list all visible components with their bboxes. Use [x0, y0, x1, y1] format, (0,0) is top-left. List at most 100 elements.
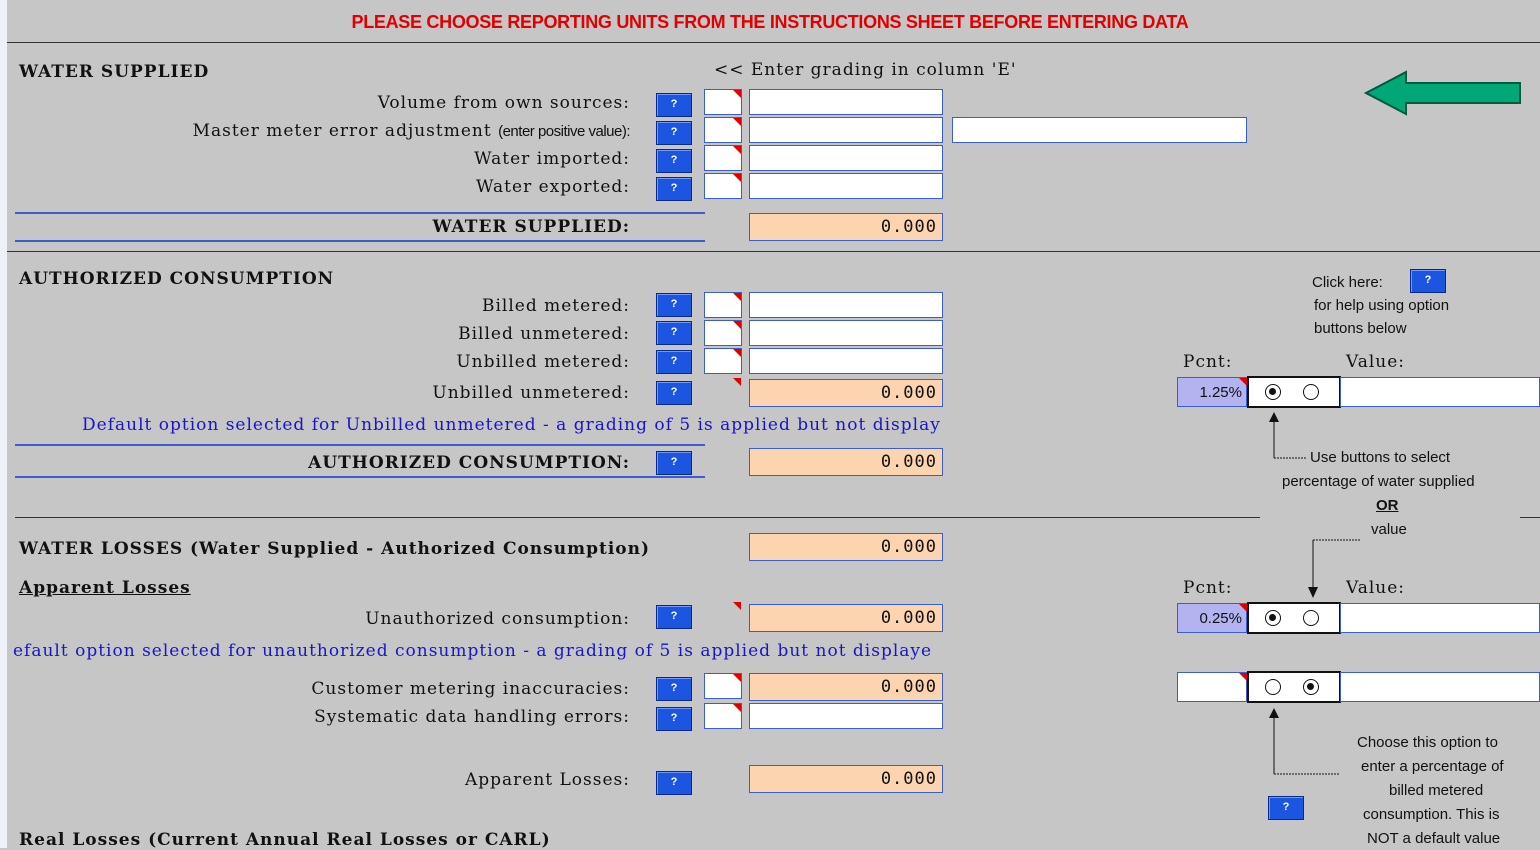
unbilled-unmetered-pcnt[interactable]: 1.25%	[1177, 377, 1247, 407]
apparent-losses-total-value: 0.000	[749, 765, 943, 793]
unauthorized-consumption-value: 0.000	[749, 604, 943, 632]
customer-metering-pcnt[interactable]	[1177, 672, 1247, 702]
grading-cell[interactable]	[704, 89, 742, 115]
help-button[interactable]: ?	[656, 321, 692, 345]
use-buttons-text: Use buttons to select	[1310, 449, 1451, 466]
master-meter-sublabel: (enter positive value):	[498, 123, 630, 140]
unauthorized-value-input[interactable]	[1340, 603, 1540, 633]
master-meter-input[interactable]	[749, 117, 943, 143]
grading-cell[interactable]	[704, 348, 742, 374]
divider	[7, 251, 1540, 252]
unauthorized-default-note: efault option selected for unauthorized …	[13, 641, 933, 661]
percent-radio[interactable]	[1265, 384, 1281, 400]
authorized-consumption-total-value: 0.000	[749, 448, 943, 476]
divider	[1520, 517, 1540, 518]
master-meter-extra-input[interactable]	[952, 117, 1247, 143]
unbilled-unmetered-value-input[interactable]	[1340, 377, 1540, 407]
help-button[interactable]: ?	[656, 93, 692, 117]
grading-cell[interactable]	[704, 673, 742, 699]
billed-unmetered-input[interactable]	[749, 320, 943, 346]
comment-marker	[733, 602, 741, 610]
water-supplied-total-label: WATER SUPPLIED:	[432, 217, 630, 237]
unbilled-metered-input[interactable]	[749, 348, 943, 374]
unbilled-default-note: Default option selected for Unbilled unm…	[82, 415, 941, 435]
help-text-line2: for help using option	[1314, 297, 1450, 314]
underline	[15, 212, 705, 214]
left-margin	[0, 0, 7, 848]
choose-option-text-1: Choose this option to	[1357, 734, 1498, 751]
water-supplied-total-value: 0.000	[749, 213, 943, 241]
help-button[interactable]: ?	[656, 605, 692, 629]
pcnt-label: Pcnt:	[1183, 352, 1233, 372]
value-radio[interactable]	[1303, 384, 1319, 400]
water-losses-value: 0.000	[749, 533, 943, 561]
grading-cell[interactable]	[704, 292, 742, 318]
value-label: Value:	[1346, 352, 1406, 372]
water-supplied-heading: WATER SUPPLIED	[19, 62, 210, 82]
unbilled-unmetered-value: 0.000	[749, 379, 943, 407]
divider	[15, 517, 1260, 518]
help-button[interactable]: ?	[656, 677, 692, 701]
percent-radio[interactable]	[1265, 610, 1281, 626]
volume-own-sources-input[interactable]	[749, 89, 943, 115]
grading-cell[interactable]	[704, 145, 742, 171]
billed-metered-label: Billed metered:	[481, 296, 630, 316]
metering-help-button[interactable]: ?	[1268, 796, 1304, 820]
unauthorized-consumption-label: Unauthorized consumption:	[365, 609, 630, 629]
comment-marker	[1239, 673, 1247, 681]
master-meter-label-text: Master meter error adjustment	[192, 121, 492, 141]
comment-marker	[1239, 378, 1247, 386]
unbilled-unmetered-label: Unbilled unmetered:	[432, 383, 630, 403]
help-button[interactable]: ?	[656, 771, 692, 795]
option-buttons	[1247, 376, 1341, 408]
master-meter-label: Master meter error adjustment (enter pos…	[60, 121, 631, 141]
authorized-consumption-heading: AUTHORIZED CONSUMPTION	[19, 269, 335, 289]
help-button[interactable]: ?	[656, 121, 692, 145]
underline	[15, 240, 705, 242]
water-losses-label: WATER LOSSES (Water Supplied - Authorize…	[19, 539, 651, 559]
help-button[interactable]: ?	[656, 381, 692, 405]
choose-option-text-5: NOT a default value	[1367, 830, 1501, 847]
divider	[7, 42, 1540, 43]
choose-option-text-2: enter a percentage of	[1361, 758, 1504, 775]
customer-metering-label: Customer metering inaccuracies:	[311, 679, 630, 699]
unauthorized-pcnt[interactable]: 0.25%	[1177, 603, 1247, 633]
apparent-losses-total-label: Apparent Losses:	[464, 770, 630, 790]
water-imported-input[interactable]	[749, 145, 943, 171]
or-text: OR	[1376, 497, 1399, 514]
use-buttons-text-2: percentage of water supplied	[1282, 473, 1475, 490]
pcnt-label: Pcnt:	[1183, 578, 1233, 598]
option-help-button[interactable]: ?	[1410, 269, 1446, 293]
billed-metered-input[interactable]	[749, 292, 943, 318]
unbilled-metered-label: Unbilled metered:	[456, 352, 630, 372]
grading-cell[interactable]	[704, 703, 742, 729]
water-exported-input[interactable]	[749, 173, 943, 199]
customer-metering-value-input[interactable]	[1340, 672, 1540, 702]
systematic-errors-input[interactable]	[749, 703, 943, 729]
click-here-text: Click here:	[1312, 274, 1383, 291]
authorized-consumption-total-label: AUTHORIZED CONSUMPTION:	[308, 453, 630, 473]
help-button[interactable]: ?	[656, 451, 692, 475]
arrow-up-icon	[1269, 708, 1340, 775]
value-radio[interactable]	[1303, 679, 1319, 695]
underline	[15, 476, 705, 478]
choose-option-text-3: billed metered	[1389, 782, 1484, 799]
volume-own-sources-label: Volume from own sources:	[377, 93, 630, 113]
choose-option-text-4: consumption. This is	[1363, 806, 1500, 823]
help-button[interactable]: ?	[656, 707, 692, 731]
arrow-up-icon	[1269, 412, 1306, 459]
grading-cell[interactable]	[704, 173, 742, 199]
help-button[interactable]: ?	[656, 293, 692, 317]
help-text-line3: buttons below	[1314, 320, 1407, 337]
billed-unmetered-label: Billed unmetered:	[458, 324, 630, 344]
help-button[interactable]: ?	[656, 177, 692, 201]
option-buttons	[1247, 671, 1341, 703]
grading-cell[interactable]	[704, 320, 742, 346]
value-radio[interactable]	[1303, 610, 1319, 626]
customer-metering-value: 0.000	[749, 673, 943, 701]
systematic-errors-label: Systematic data handling errors:	[314, 707, 630, 727]
grading-cell[interactable]	[704, 117, 742, 143]
help-button[interactable]: ?	[656, 350, 692, 374]
percent-radio[interactable]	[1265, 679, 1281, 695]
help-button[interactable]: ?	[656, 149, 692, 173]
